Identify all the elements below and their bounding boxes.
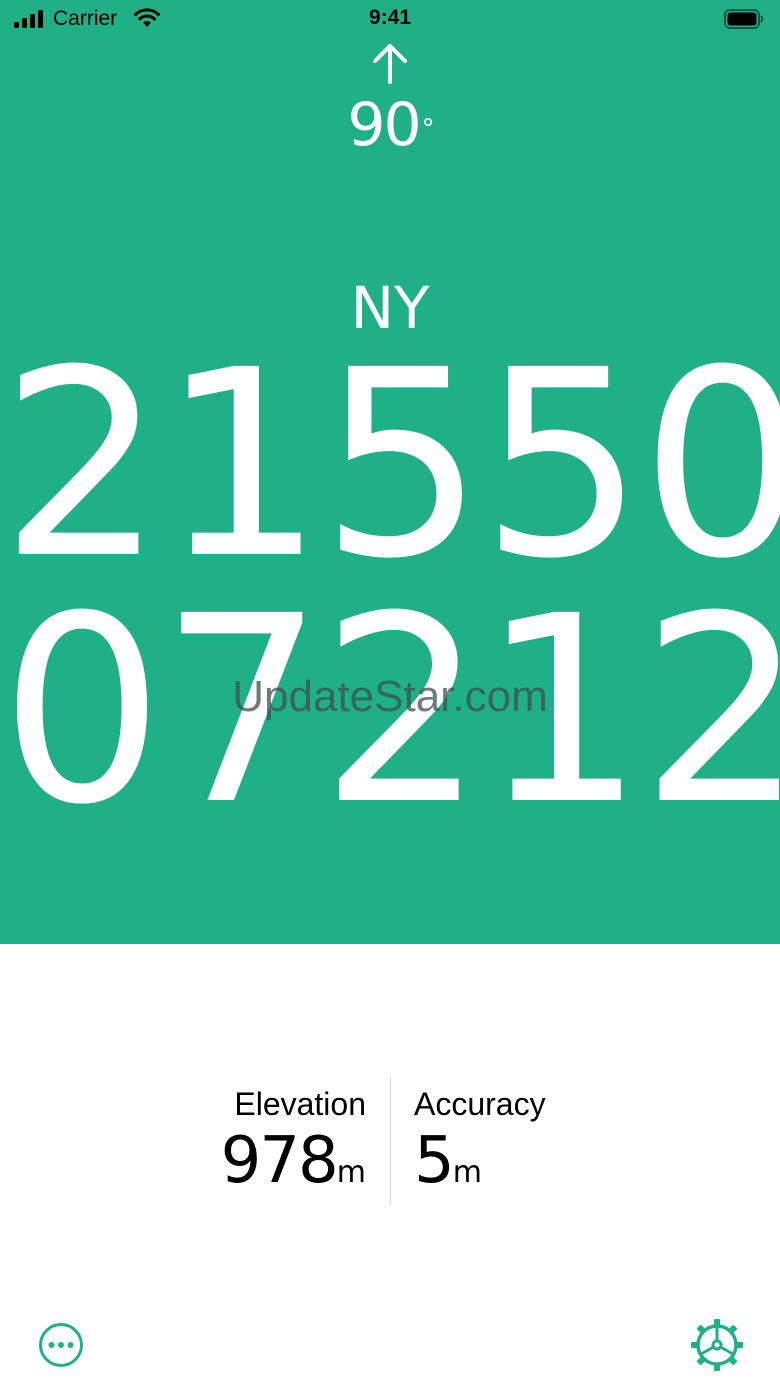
elevation-number: 978: [220, 1124, 339, 1198]
accuracy-unit: m: [452, 1155, 482, 1190]
status-bar: Carrier 9:41: [0, 0, 780, 40]
accuracy-stat: Accuracy 5m: [414, 1084, 546, 1210]
watermark: UpdateStar.com: [232, 672, 548, 721]
arrow-up-icon: [373, 44, 407, 84]
accuracy-label: Accuracy: [414, 1086, 546, 1122]
status-time: 9:41: [368, 6, 412, 29]
more-icon[interactable]: [38, 1322, 84, 1368]
stats-panel: Elevation 978m Accuracy 5m: [0, 1076, 780, 1206]
coordinate-line-1: 21550: [0, 315, 780, 615]
heading-degree-symbol: °: [421, 114, 435, 144]
heading-value: 90: [347, 90, 421, 160]
elevation-value: 978m: [221, 1124, 366, 1210]
elevation-label: Elevation: [234, 1086, 366, 1122]
elevation-stat: Elevation 978m: [221, 1084, 366, 1210]
coordinate-panel: Carrier 9:41 90° NY 21550 07212 UpdateSt…: [0, 0, 780, 944]
accuracy-value: 5m: [414, 1124, 546, 1210]
elevation-unit: m: [336, 1155, 366, 1190]
stats-divider: [390, 1076, 391, 1206]
heading-readout: 90°: [0, 90, 780, 160]
battery-icon: [724, 9, 764, 29]
settings-icon[interactable]: [690, 1318, 744, 1372]
accuracy-number: 5: [414, 1124, 455, 1198]
